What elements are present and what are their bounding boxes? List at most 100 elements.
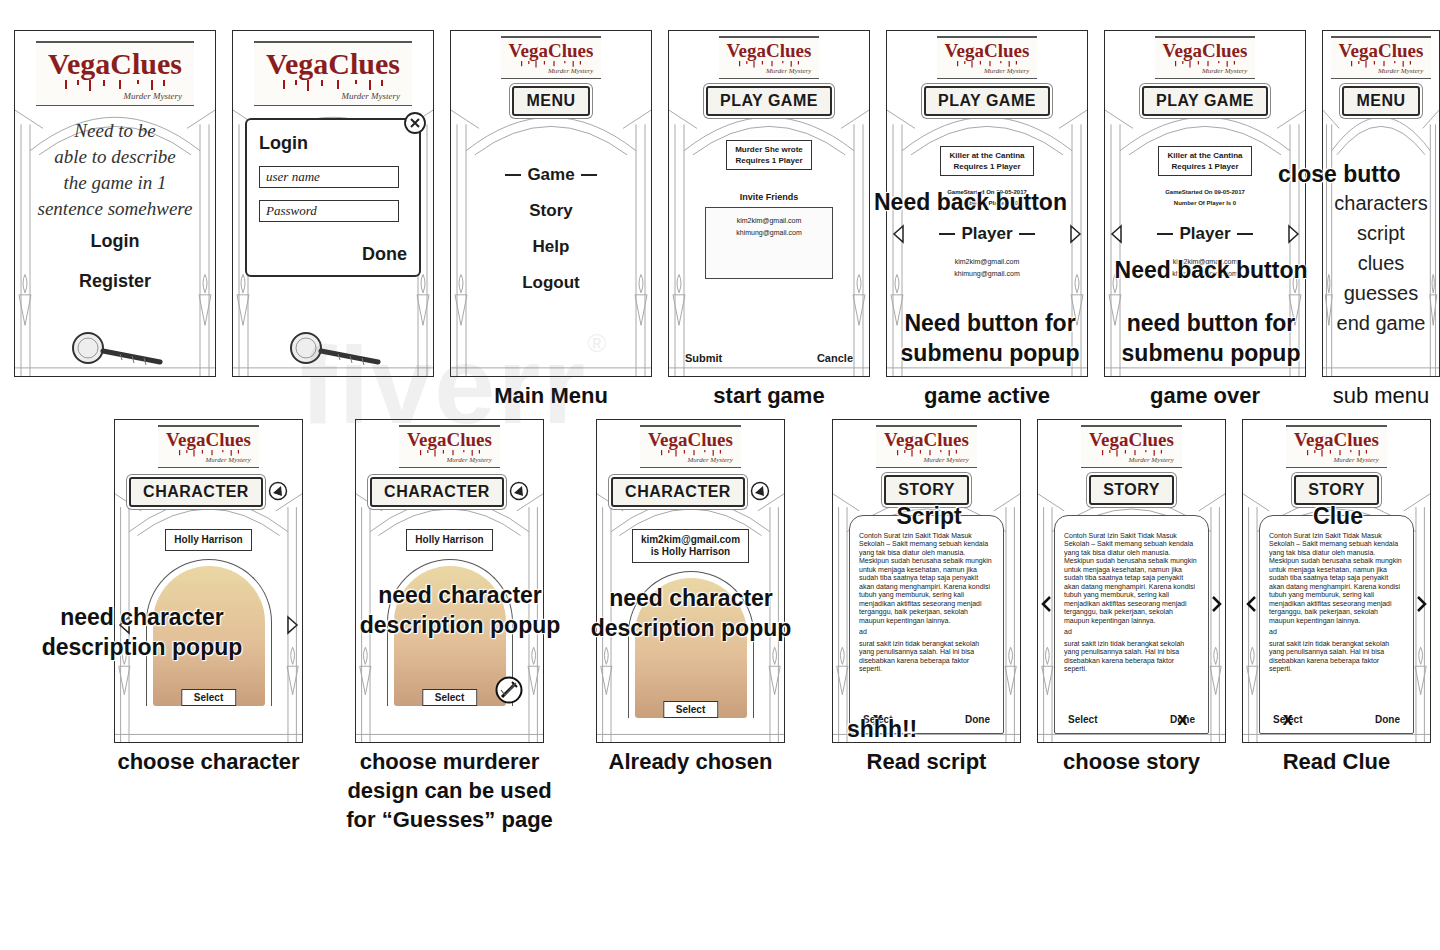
game-logo: VegaCluesMurder Mystery [501, 36, 602, 79]
design-annotation: shhh!! [847, 714, 917, 744]
story-paper: Contoh Surat Izin Sakit Tidak Masuk Seko… [1259, 515, 1414, 734]
game-logo: VegaClues Murder Mystery [937, 36, 1038, 79]
next-arrow-icon[interactable] [1288, 224, 1300, 244]
screen-caption: Already chosen [609, 747, 773, 776]
done-button[interactable]: Done [965, 713, 990, 727]
previous-arrow-icon[interactable] [1110, 224, 1122, 244]
logo-subtitle: Murder Mystery [923, 457, 968, 465]
username-field[interactable]: user name [259, 166, 399, 188]
screen-caption: game over [1150, 381, 1260, 410]
submit-button[interactable]: Submit [685, 352, 722, 364]
phone-frame: VegaCluesMurder MysteryMENUcharactersscr… [1322, 30, 1440, 377]
logo-title: VegaClues [1294, 430, 1379, 450]
sound-icon[interactable] [268, 481, 288, 501]
logo-title: VegaClues [509, 41, 594, 61]
stone-arch-icon [669, 31, 869, 376]
invite-email: kim2kim@gmail.com [737, 216, 802, 225]
previous-arrow-icon[interactable] [892, 224, 904, 244]
top-screen-row: VegaCluesMurder MysteryNeed to be able t… [0, 30, 1440, 410]
next-chevron-icon[interactable] [1211, 594, 1222, 614]
select-button[interactable]: Select [181, 689, 236, 706]
story-paragraph: ad [1269, 628, 1404, 637]
select-button[interactable]: Select [663, 701, 718, 718]
character-name-plate: kim2kim@gmail.comis Holly Harrison [632, 529, 749, 563]
previous-chevron-icon[interactable] [1246, 594, 1257, 614]
game-logo: VegaCluesMurder Mystery [1286, 425, 1387, 468]
menu-item[interactable]: Story [529, 200, 572, 222]
menu-item[interactable]: Game [505, 164, 596, 186]
sound-icon[interactable] [509, 481, 529, 501]
done-button[interactable]: Done [362, 244, 407, 265]
sound-icon[interactable] [750, 481, 770, 501]
design-annotation: need character description popup [591, 583, 792, 643]
screen-title-sign: CHARACTER [129, 477, 263, 507]
screen-caption: Read script [867, 747, 987, 776]
next-control[interactable] [1211, 594, 1222, 614]
game-logo: VegaCluesMurder Mystery [1155, 36, 1256, 79]
portrait-area: Select [115, 559, 302, 706]
done-button[interactable]: Donex [1170, 713, 1195, 727]
screen-title-sign: PLAY GAME [1142, 86, 1268, 116]
select-button[interactable]: Select [1068, 713, 1097, 727]
cancel-button[interactable]: Cancle [817, 352, 853, 364]
sub-menu-item[interactable]: end game [1337, 308, 1426, 338]
logo-subtitle: Murder Mystery [984, 68, 1029, 76]
character-name-plate: Holly Harrison [406, 529, 492, 551]
blood-drip-icon [1304, 450, 1370, 457]
story-paragraph: surat sakit izin tidak berangkat sekolah… [1269, 640, 1404, 674]
screen-mockup: VegaCluesMurder MysteryPLAY GAMEMurder S… [668, 30, 870, 410]
card-line: Killer at the Cantina [1167, 150, 1242, 161]
sub-menu-item[interactable]: script [1357, 218, 1405, 248]
screen-mockup: VegaCluesMurder MysteryNeed to be able t… [14, 30, 216, 377]
previous-control[interactable] [1041, 594, 1052, 614]
logo-title: VegaClues [166, 430, 251, 450]
next-arrow-icon[interactable] [287, 615, 299, 635]
name-line: is Holly Harrison [641, 546, 740, 558]
login-button[interactable]: Login [91, 230, 140, 252]
watermark: fiverr® [300, 330, 608, 440]
story-paragraph: surat sakit izin tidak berangkat sekolah… [859, 640, 994, 674]
story-screens: VegaCluesMurder MysterySTORYContoh Surat… [832, 419, 1431, 776]
select-button[interactable]: Selectx [1273, 713, 1302, 727]
design-annotation: Clue [1313, 501, 1363, 531]
design-annotation: Script [896, 501, 961, 531]
story-actions: Select Donex [1064, 713, 1199, 727]
screen-title-sign: MENU [1342, 86, 1419, 116]
previous-control[interactable] [1246, 594, 1257, 614]
phone-frame: VegaCluesMurder MysterySTORYContoh Surat… [1037, 419, 1226, 743]
sub-menu-item[interactable]: characters [1334, 188, 1427, 218]
previous-chevron-icon[interactable] [1041, 594, 1052, 614]
password-field[interactable]: Password [259, 200, 399, 222]
next-control[interactable] [287, 615, 299, 635]
player-row: Player [1105, 223, 1305, 245]
login-popup: Loginuser namePasswordDone [245, 118, 421, 277]
select-button[interactable]: Select [422, 689, 477, 706]
sub-menu-item[interactable]: clues [1358, 248, 1405, 278]
screen-caption: sub menu [1333, 381, 1430, 410]
sub-menu-item[interactable]: guesses [1344, 278, 1419, 308]
close-icon[interactable] [403, 111, 427, 135]
logo-subtitle: Murder Mystery [766, 68, 811, 76]
menu-item[interactable]: Logout [522, 272, 580, 294]
screen-title-sign: PLAY GAME [706, 86, 832, 116]
screen-mockup: VegaCluesMurder Mystery PLAY GAME Killer a… [1104, 30, 1306, 410]
register-button[interactable]: Register [79, 270, 151, 292]
player-email: kim2kim@gmail.com [955, 257, 1020, 266]
done-button[interactable]: Done [1375, 713, 1400, 727]
next-chevron-icon[interactable] [1416, 594, 1427, 614]
story-paragraph: Contoh Surat Izin Sakit Tidak Masuk Seko… [859, 532, 994, 626]
screen-mockup: VegaCluesMurder MysteryCHARACTERkim2kim@… [596, 419, 785, 776]
logo-title: VegaClues [945, 41, 1030, 61]
story-paper: Contoh Surat Izin Sakit Tidak Masuk Seko… [1054, 515, 1209, 734]
next-control[interactable] [1416, 594, 1427, 614]
screen-mockup: VegaCluesMurder MysteryCHARACTERHolly Ha… [355, 419, 544, 834]
card-line: Killer at the Cantina [949, 150, 1024, 161]
player-heading: Player [939, 223, 1034, 245]
menu-item[interactable]: Help [533, 236, 570, 258]
invite-list[interactable]: kim2kim@gmail.comkhimung@gmail.com [705, 207, 833, 279]
murderer-dagger-icon[interactable] [495, 676, 523, 704]
blood-drip-icon [736, 61, 802, 68]
screen-mockup: VegaCluesMurder MysteryLoginuser namePas… [232, 30, 434, 377]
next-arrow-icon[interactable] [1070, 224, 1082, 244]
logo-subtitle: Murder Mystery [124, 92, 182, 102]
